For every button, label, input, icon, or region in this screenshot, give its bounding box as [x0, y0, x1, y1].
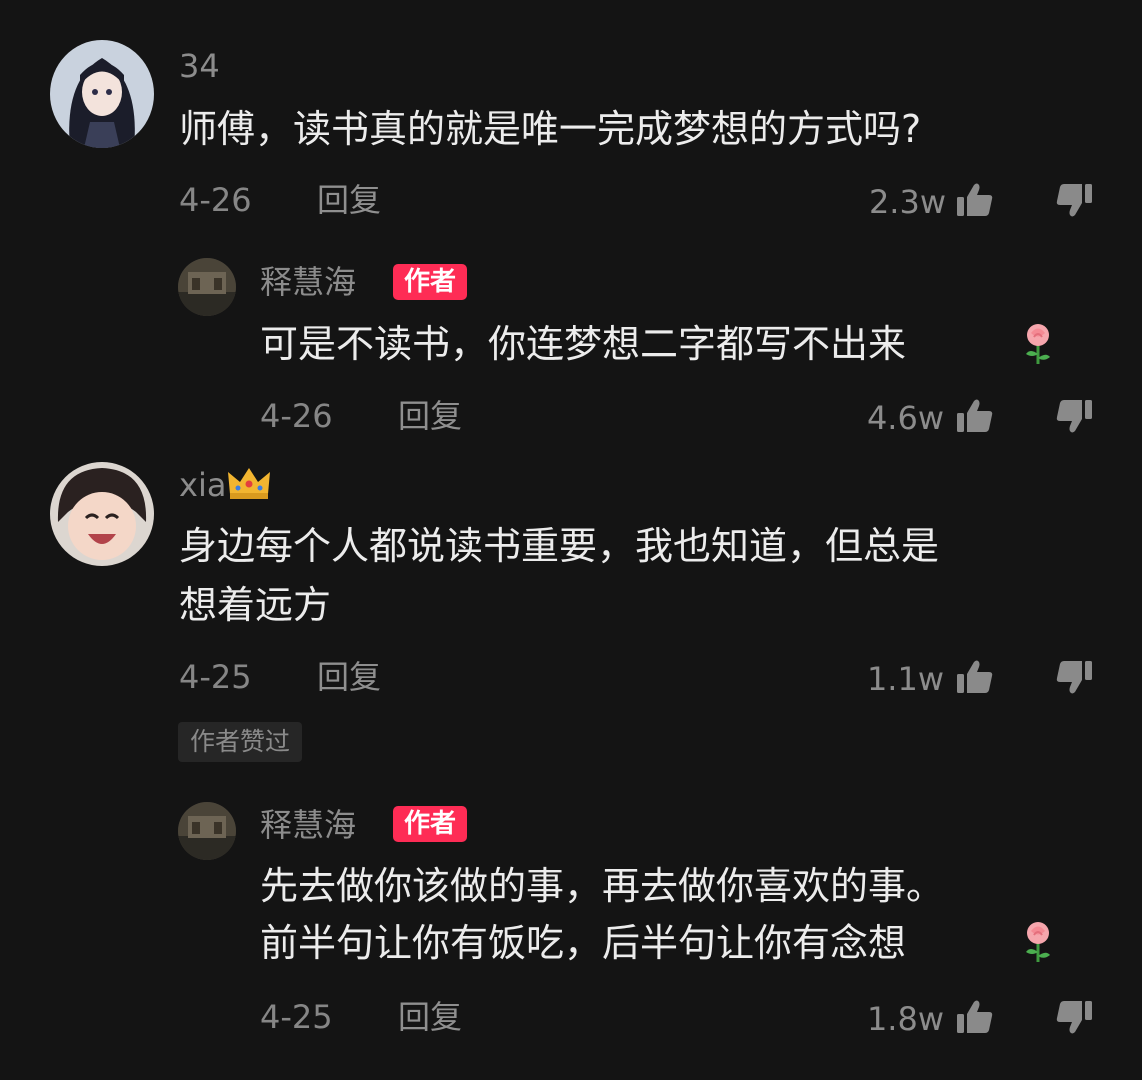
author-badge: 作者: [393, 264, 468, 300]
reply-button[interactable]: 回复: [317, 657, 381, 697]
anime-girl-avatar-icon: [50, 40, 154, 148]
rose-emoji: [1018, 920, 1058, 964]
reply-button[interactable]: 回复: [398, 396, 462, 436]
avatar[interactable]: [50, 462, 154, 566]
comment-date: 4-26: [260, 397, 333, 435]
thumbs-down-icon[interactable]: [1054, 396, 1094, 436]
like-count: 1.8w: [866, 1000, 944, 1038]
comment-text: 前半句让你有饭吃，后半句让你有念想: [260, 921, 907, 965]
like-count: 1.1w: [866, 660, 944, 698]
comment-username[interactable]: 34: [179, 46, 220, 86]
comment-text: 先去做你该做的事，再去做你喜欢的事。: [260, 864, 945, 908]
comment-username[interactable]: 释慧海: [260, 262, 356, 302]
reply-button[interactable]: 回复: [398, 997, 462, 1037]
comment-text: 身边每个人都说读书重要，我也知道，但总是: [179, 524, 940, 568]
thumbs-up-icon[interactable]: [955, 657, 995, 697]
temple-avatar-icon: [178, 258, 236, 316]
comment-date: 4-25: [179, 658, 252, 696]
comment-date: 4-26: [179, 181, 252, 219]
avatar[interactable]: [50, 40, 154, 148]
comment-text: 可是不读书，你连梦想二字都写不出来: [260, 322, 907, 366]
thumbs-down-icon[interactable]: [1054, 180, 1094, 220]
like-count: 4.6w: [866, 399, 944, 437]
comment-username[interactable]: xia: [179, 464, 272, 505]
like-count: 2.3w: [868, 183, 946, 221]
username-text: xia: [179, 466, 227, 504]
temple-avatar-icon: [178, 802, 236, 860]
author-liked-tag: 作者赞过: [178, 722, 303, 762]
child-avatar-icon: [50, 462, 154, 566]
author-badge: 作者: [393, 806, 468, 842]
thumbs-up-icon[interactable]: [955, 396, 995, 436]
reply-button[interactable]: 回复: [317, 180, 381, 220]
thumbs-up-icon[interactable]: [955, 180, 995, 220]
comment-username[interactable]: 释慧海: [260, 805, 356, 845]
thumbs-down-icon[interactable]: [1054, 657, 1094, 697]
comment-text: 想着远方: [179, 583, 332, 627]
avatar[interactable]: [178, 258, 236, 316]
avatar[interactable]: [178, 802, 236, 860]
comment-text: 师傅，读书真的就是唯一完成梦想的方式吗?: [179, 107, 922, 151]
thumbs-down-icon[interactable]: [1054, 997, 1094, 1037]
crown-emoji: [228, 468, 271, 499]
comment-date: 4-25: [260, 998, 333, 1036]
rose-emoji: [1018, 322, 1058, 366]
thumbs-up-icon[interactable]: [955, 997, 995, 1037]
